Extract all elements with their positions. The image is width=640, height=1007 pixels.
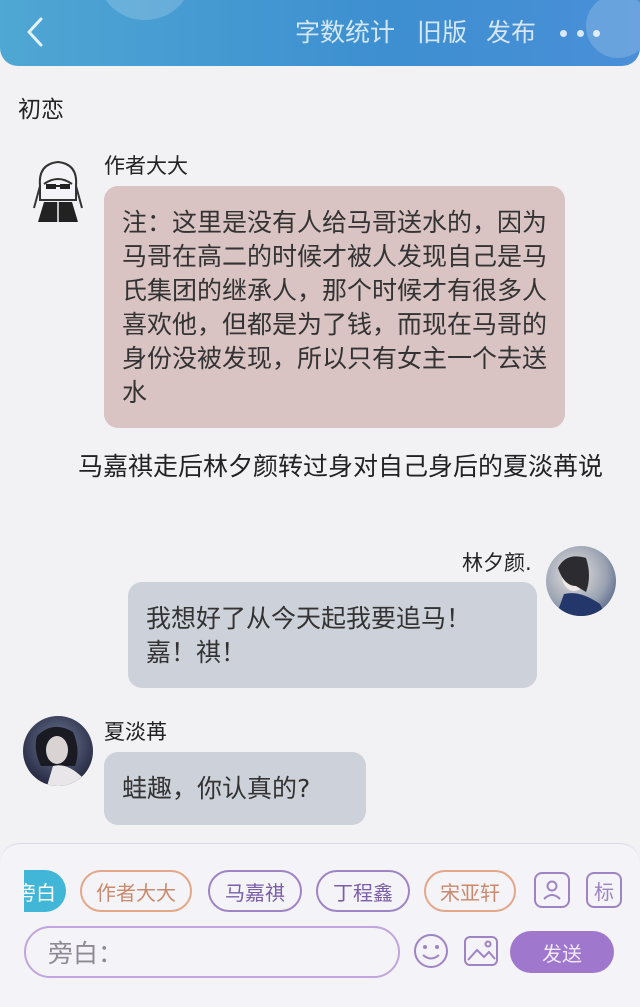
tag-button[interactable]: 标 (586, 872, 622, 908)
dot-icon (593, 29, 600, 37)
word-count-button[interactable]: 字数统计 (295, 16, 395, 50)
tag-icon: 标 (594, 879, 614, 904)
author-avatar[interactable] (26, 156, 90, 226)
more-options-button[interactable] (560, 16, 600, 50)
narration-text: 马嘉祺走后林夕颜转过身对自己身后的夏淡苒说 (78, 452, 604, 481)
role-chip-label: 旁白 (24, 880, 56, 905)
author-message-text: 注：这里是没有人给马哥送水的，因为马哥在高二的时候才被人发现自己是马氏集团的继承… (122, 208, 548, 407)
xiadanran-message-bubble: 蛙趣，你认真的? (104, 752, 366, 825)
linxiyan-message-text: 我想好了从今天起我要追马！嘉！祺！ (146, 604, 472, 667)
role-chip-label: 作者大大 (96, 880, 176, 905)
role-chip-narrator[interactable]: 旁白 (24, 870, 66, 912)
smiley-icon (414, 934, 448, 968)
role-chip-songyaxuan[interactable]: 宋亚轩 (424, 870, 516, 912)
role-chip-majiaqi[interactable]: 马嘉祺 (208, 870, 302, 912)
input-placeholder: 旁白： (48, 939, 124, 968)
message-input[interactable]: 旁白： (24, 926, 400, 978)
xiadanran-avatar[interactable] (23, 716, 93, 786)
image-button[interactable] (462, 932, 500, 970)
old-version-button[interactable]: 旧版 (417, 16, 467, 50)
xiadanran-name: 夏淡苒 (104, 720, 167, 744)
role-chip-dingchengxin[interactable]: 丁程鑫 (316, 870, 410, 912)
person-icon (543, 880, 561, 900)
chapter-title: 初恋 (18, 97, 64, 123)
role-chip-author[interactable]: 作者大大 (80, 870, 192, 912)
image-icon (464, 936, 498, 966)
cartoon-girl-avatar-icon (33, 160, 83, 222)
chevron-left-icon (27, 17, 43, 47)
send-label: 发送 (542, 941, 582, 966)
decor-bubble (100, 0, 190, 20)
dot-icon (560, 29, 567, 37)
linxiyan-avatar[interactable] (546, 546, 616, 616)
role-chip-label: 宋亚轩 (440, 880, 500, 905)
role-manage-button[interactable] (534, 872, 570, 908)
xiadanran-message-text: 蛙趣，你认真的? (122, 774, 311, 803)
emoji-button[interactable] (412, 932, 450, 970)
top-bar: 字数统计 旧版 发布 (0, 0, 640, 66)
dot-icon (576, 29, 584, 37)
publish-button[interactable]: 发布 (486, 16, 536, 50)
back-button[interactable] (20, 14, 50, 50)
linxiyan-message-bubble: 我想好了从今天起我要追马！嘉！祺！ (128, 582, 537, 688)
role-chip-label: 丁程鑫 (333, 880, 393, 905)
portrait-avatar-icon (556, 556, 606, 616)
role-chip-label: 马嘉祺 (225, 880, 285, 905)
portrait-avatar-icon (35, 726, 85, 786)
author-name: 作者大大 (104, 154, 188, 178)
linxiyan-name: 林夕颜. (462, 551, 532, 575)
author-message-bubble: 注：这里是没有人给马哥送水的，因为马哥在高二的时候才被人发现自己是马氏集团的继承… (104, 186, 565, 428)
send-button[interactable]: 发送 (510, 931, 614, 973)
input-panel (0, 843, 640, 1007)
